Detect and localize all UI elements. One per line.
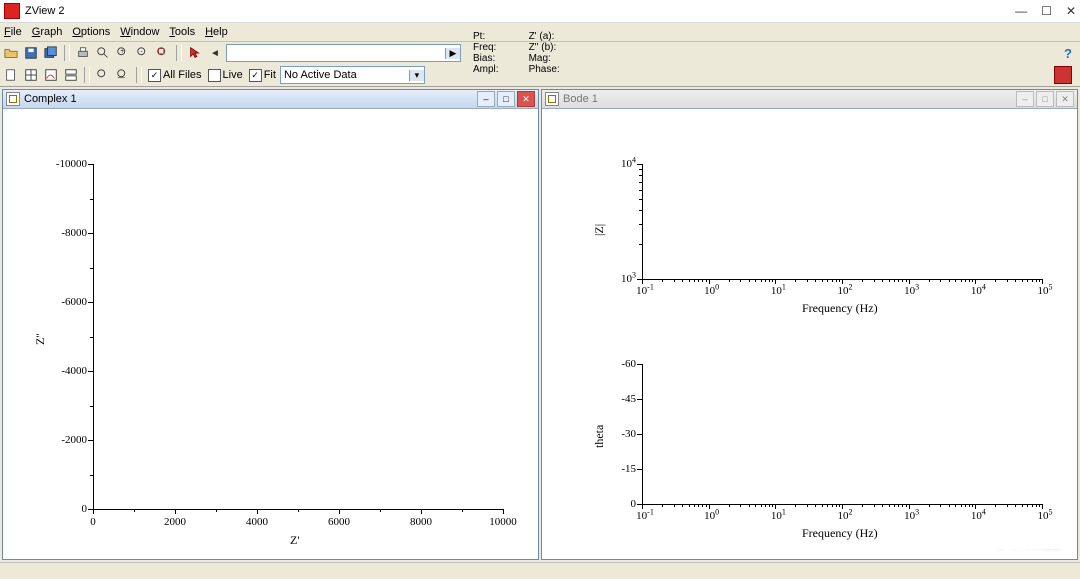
- pane-complex-title: Complex 1: [24, 93, 473, 105]
- window-titlebar: ZView 2 — ☐ ✕: [0, 0, 1080, 23]
- zoom-out-icon[interactable]: -: [134, 44, 152, 62]
- dropdown-arrow-icon: ▾: [409, 70, 424, 81]
- maximize-button[interactable]: ☐: [1041, 4, 1052, 18]
- pane-complex-titlebar[interactable]: Complex 1 – □ ✕: [3, 90, 538, 109]
- toolbar: + - ◄ ▶ Pt: Freq: Bias: Ampl: Z' (a): Z'…: [0, 42, 1080, 87]
- readout-freq: Freq:: [473, 42, 499, 53]
- menu-window[interactable]: Window: [120, 26, 159, 38]
- readout-za: Z' (a):: [529, 31, 560, 42]
- external-app-icon[interactable]: [1054, 66, 1072, 84]
- point-scrubber[interactable]: ▶: [226, 44, 461, 62]
- pane-min-button[interactable]: –: [1016, 91, 1034, 107]
- bode-plot[interactable]: ✕ 科研鹿 10-1100101102103104105103104Freque…: [542, 109, 1077, 559]
- save-icon[interactable]: [22, 44, 40, 62]
- pane-bode-title: Bode 1: [563, 93, 1012, 105]
- menu-help[interactable]: Help: [205, 26, 228, 38]
- zoom-fit2-icon[interactable]: [94, 66, 112, 84]
- pane-close-button[interactable]: ✕: [1056, 91, 1074, 107]
- pane-complex: Complex 1 – □ ✕ 02000400060008000100000-…: [2, 89, 539, 560]
- menu-file[interactable]: File: [4, 26, 22, 38]
- cursor-tool-icon[interactable]: [186, 44, 204, 62]
- pane-min-button[interactable]: –: [477, 91, 495, 107]
- checkbox-live[interactable]: Live: [208, 69, 243, 82]
- doc-icon[interactable]: [2, 66, 20, 84]
- readout-mag: Mag:: [529, 53, 560, 64]
- open-file-icon[interactable]: [2, 44, 20, 62]
- scrub-prev-icon[interactable]: ◄: [206, 44, 224, 62]
- window-title: ZView 2: [25, 5, 1015, 17]
- fit-data-dropdown[interactable]: No Active Data ▾: [280, 66, 425, 84]
- close-button[interactable]: ✕: [1066, 4, 1076, 18]
- scrub-next-icon[interactable]: ▶: [445, 48, 460, 59]
- pane-close-button[interactable]: ✕: [517, 91, 535, 107]
- pane-max-button[interactable]: □: [1036, 91, 1054, 107]
- fit-data-value: No Active Data: [284, 69, 409, 81]
- menu-graph[interactable]: Graph: [32, 26, 63, 38]
- app-icon: [4, 3, 20, 19]
- svg-text:-: -: [140, 48, 142, 55]
- checkbox-fit[interactable]: ✓Fit: [249, 69, 276, 82]
- menu-options[interactable]: Options: [72, 26, 110, 38]
- print-icon[interactable]: [74, 44, 92, 62]
- readout-bias: Bias:: [473, 53, 499, 64]
- mdi-client-area: Complex 1 – □ ✕ 02000400060008000100000-…: [0, 87, 1080, 562]
- pane-icon: [545, 92, 559, 106]
- zoom-reset-icon[interactable]: [154, 44, 172, 62]
- checkbox-live-label: Live: [223, 69, 243, 81]
- chart-complex-icon[interactable]: [42, 66, 60, 84]
- grid-icon[interactable]: [22, 66, 40, 84]
- svg-text:+: +: [120, 48, 124, 55]
- pane-bode: Bode 1 – □ ✕ ✕ 科研鹿 10-110010110210310410…: [541, 89, 1078, 560]
- pane-icon: [6, 92, 20, 106]
- checkbox-all-files[interactable]: ✓All Files: [148, 69, 202, 82]
- zoom-in-icon[interactable]: +: [114, 44, 132, 62]
- pane-bode-titlebar[interactable]: Bode 1 – □ ✕: [542, 90, 1077, 109]
- zoom-fit-icon[interactable]: [94, 44, 112, 62]
- checkbox-fit-label: Fit: [264, 69, 276, 81]
- pane-max-button[interactable]: □: [497, 91, 515, 107]
- minimize-button[interactable]: —: [1015, 4, 1027, 18]
- help-icon[interactable]: ?: [1064, 46, 1072, 61]
- checkbox-all-files-label: All Files: [163, 69, 202, 81]
- status-bar: [0, 562, 1080, 579]
- zoom-range-icon[interactable]: [114, 66, 132, 84]
- readout-pt: Pt:: [473, 31, 499, 42]
- menu-tools[interactable]: Tools: [169, 26, 195, 38]
- chart-multi-icon[interactable]: [62, 66, 80, 84]
- complex-plot[interactable]: 02000400060008000100000-2000-4000-6000-8…: [3, 109, 538, 559]
- readout-zb: Z'' (b):: [529, 42, 560, 53]
- save-all-icon[interactable]: [42, 44, 60, 62]
